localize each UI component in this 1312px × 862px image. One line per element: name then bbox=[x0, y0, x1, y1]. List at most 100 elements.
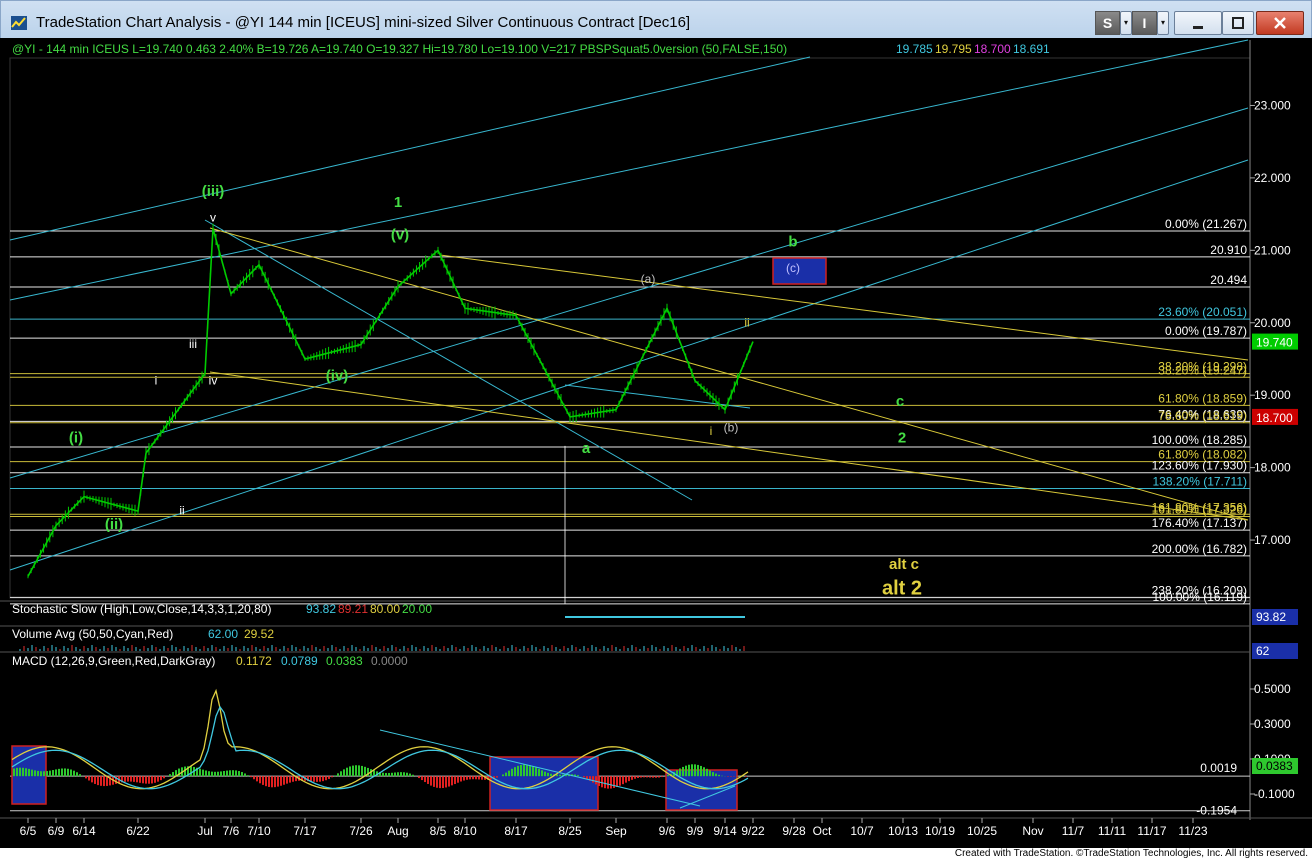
wave-label: iii bbox=[189, 337, 197, 351]
x-tick-label: 11/7 bbox=[1062, 824, 1085, 838]
x-tick-label: 7/10 bbox=[247, 824, 271, 838]
wave-label: i bbox=[710, 424, 713, 438]
volume-legend: Volume Avg (50,50,Cyan,Red) bbox=[12, 627, 173, 641]
i-dropdown-chevron-icon[interactable]: ▾ bbox=[1157, 11, 1169, 35]
fib-level-label: 23.60% (20.051) bbox=[1158, 305, 1247, 319]
x-tick-label: Nov bbox=[1022, 824, 1043, 838]
indicator-value: 19.795 bbox=[935, 42, 972, 56]
minimize-icon bbox=[1193, 26, 1203, 29]
x-tick-label: 9/28 bbox=[782, 824, 806, 838]
wave-label: (b) bbox=[724, 420, 739, 434]
x-tick-label: 7/17 bbox=[293, 824, 317, 838]
x-tick-label: Oct bbox=[813, 824, 832, 838]
fib-level-label: 161.80% (17.326) bbox=[1152, 502, 1247, 516]
s-button[interactable]: S bbox=[1095, 11, 1120, 35]
macd-value: 0.1172 bbox=[236, 654, 272, 668]
wave-label: alt c bbox=[889, 556, 919, 573]
wave-label: (c) bbox=[786, 261, 800, 275]
wave-label: (iii) bbox=[202, 183, 225, 200]
stochastic-axis-label: 93.82 bbox=[1256, 610, 1286, 624]
macd-axis-label: 0.0383 bbox=[1256, 759, 1293, 773]
fib-level-label: 138.20% (17.711) bbox=[1152, 475, 1247, 489]
stochastic-legend: Stochastic Slow (High,Low,Close,14,3,3,1… bbox=[12, 602, 271, 616]
wave-label: 1 bbox=[394, 194, 402, 211]
chart-area[interactable]: 0.00% (21.267) 20.910 20.494 23.60% (20.051… bbox=[0, 38, 1312, 848]
wave-label: i bbox=[155, 373, 158, 387]
macd-value: 0.0000 bbox=[371, 654, 408, 668]
maximize-button[interactable] bbox=[1222, 11, 1254, 35]
stochastic-value: 93.82 bbox=[306, 602, 336, 616]
x-tick-label: 8/10 bbox=[453, 824, 477, 838]
macd-value: 0.0789 bbox=[281, 654, 318, 668]
macd-y-tick-label: 0.5000 bbox=[1254, 682, 1291, 696]
volume-value: 29.52 bbox=[244, 627, 274, 641]
y-tick-label: 18.000 bbox=[1254, 461, 1291, 475]
stochastic-value: 80.00 bbox=[370, 602, 400, 616]
x-tick-label: 6/5 bbox=[20, 824, 37, 838]
x-tick-label: 7/6 bbox=[223, 824, 240, 838]
footer: Created with TradeStation. ©TradeStation… bbox=[0, 848, 1312, 862]
fib-level-label: 100.00% (16.119) bbox=[1152, 590, 1247, 604]
x-tick-label: 10/19 bbox=[925, 824, 955, 838]
x-tick-label: 6/22 bbox=[126, 824, 150, 838]
wave-label: ii bbox=[744, 315, 749, 329]
x-tick-label: 11/17 bbox=[1137, 824, 1166, 838]
indicator-value: 18.691 bbox=[1013, 42, 1050, 56]
macd-legend: MACD (12,26,9,Green,Red,DarkGray) bbox=[12, 654, 215, 668]
y-tick-label: 21.000 bbox=[1254, 243, 1291, 257]
x-tick-label: Sep bbox=[605, 824, 627, 838]
wave-label: (v) bbox=[391, 226, 409, 243]
window-title: TradeStation Chart Analysis - @YI 144 mi… bbox=[36, 14, 691, 31]
wave-label: iv bbox=[209, 373, 218, 387]
x-tick-label: 8/25 bbox=[558, 824, 582, 838]
x-tick-label: 8/17 bbox=[504, 824, 528, 838]
fib-level-label: 200.00% (16.782) bbox=[1152, 542, 1247, 556]
stochastic-value: 89.21 bbox=[338, 602, 368, 616]
x-tick-label: 6/9 bbox=[48, 824, 65, 838]
low-price-label: 18.700 bbox=[1256, 411, 1293, 425]
x-tick-label: 11/23 bbox=[1178, 824, 1207, 838]
x-tick-label: 7/26 bbox=[349, 824, 373, 838]
wave-label: (i) bbox=[69, 429, 83, 446]
x-tick-label: 10/7 bbox=[850, 824, 874, 838]
x-tick-label: Jul bbox=[197, 824, 212, 838]
wave-label: c bbox=[896, 393, 904, 410]
x-tick-label: 10/25 bbox=[967, 824, 997, 838]
fib-level-label: 100.00% (18.285) bbox=[1152, 433, 1247, 447]
fib-level-label: 38.20% (19.247) bbox=[1158, 363, 1247, 377]
indicator-value: 19.785 bbox=[896, 42, 933, 56]
wave-label: ii bbox=[179, 504, 184, 518]
x-tick-label: 9/6 bbox=[659, 824, 676, 838]
x-tick-label: 8/5 bbox=[430, 824, 447, 838]
last-price-label: 19.740 bbox=[1256, 336, 1293, 350]
fib-level-label: 0.00% (19.787) bbox=[1165, 324, 1247, 338]
minimize-button[interactable] bbox=[1174, 11, 1222, 35]
chart-background bbox=[0, 38, 1312, 848]
x-tick-label: 9/22 bbox=[741, 824, 765, 838]
volume-axis-label: 62 bbox=[1256, 644, 1270, 658]
i-button[interactable]: I bbox=[1132, 11, 1157, 35]
macd-level-label: 0.0019 bbox=[1200, 761, 1237, 775]
y-tick-label: 22.000 bbox=[1254, 171, 1291, 185]
s-dropdown-chevron-icon[interactable]: ▾ bbox=[1120, 11, 1132, 35]
wave-label: (iv) bbox=[326, 368, 349, 385]
close-icon bbox=[1274, 17, 1286, 29]
macd-value: 0.0383 bbox=[326, 654, 363, 668]
indicator-value: 18.700 bbox=[974, 42, 1011, 56]
y-tick-label: 23.000 bbox=[1254, 98, 1291, 112]
wave-label: 2 bbox=[898, 429, 906, 446]
x-tick-label: 11/11 bbox=[1098, 824, 1127, 838]
wave-label: a bbox=[582, 440, 591, 457]
fib-level-label: 20.494 bbox=[1210, 273, 1247, 287]
x-tick-label: 9/14 bbox=[713, 824, 737, 838]
footer-credit: Created with TradeStation. ©TradeStation… bbox=[954, 848, 1308, 859]
x-tick-label: 9/9 bbox=[687, 824, 704, 838]
y-tick-label: 17.000 bbox=[1254, 533, 1291, 547]
maximize-icon bbox=[1232, 17, 1244, 29]
macd-y-tick-label: 0.3000 bbox=[1254, 717, 1291, 731]
y-tick-label: 20.000 bbox=[1254, 316, 1291, 330]
wave-label: b bbox=[788, 234, 797, 251]
close-button[interactable] bbox=[1256, 11, 1304, 35]
volume-value: 62.00 bbox=[208, 627, 238, 641]
y-tick-label: 19.000 bbox=[1254, 388, 1291, 402]
